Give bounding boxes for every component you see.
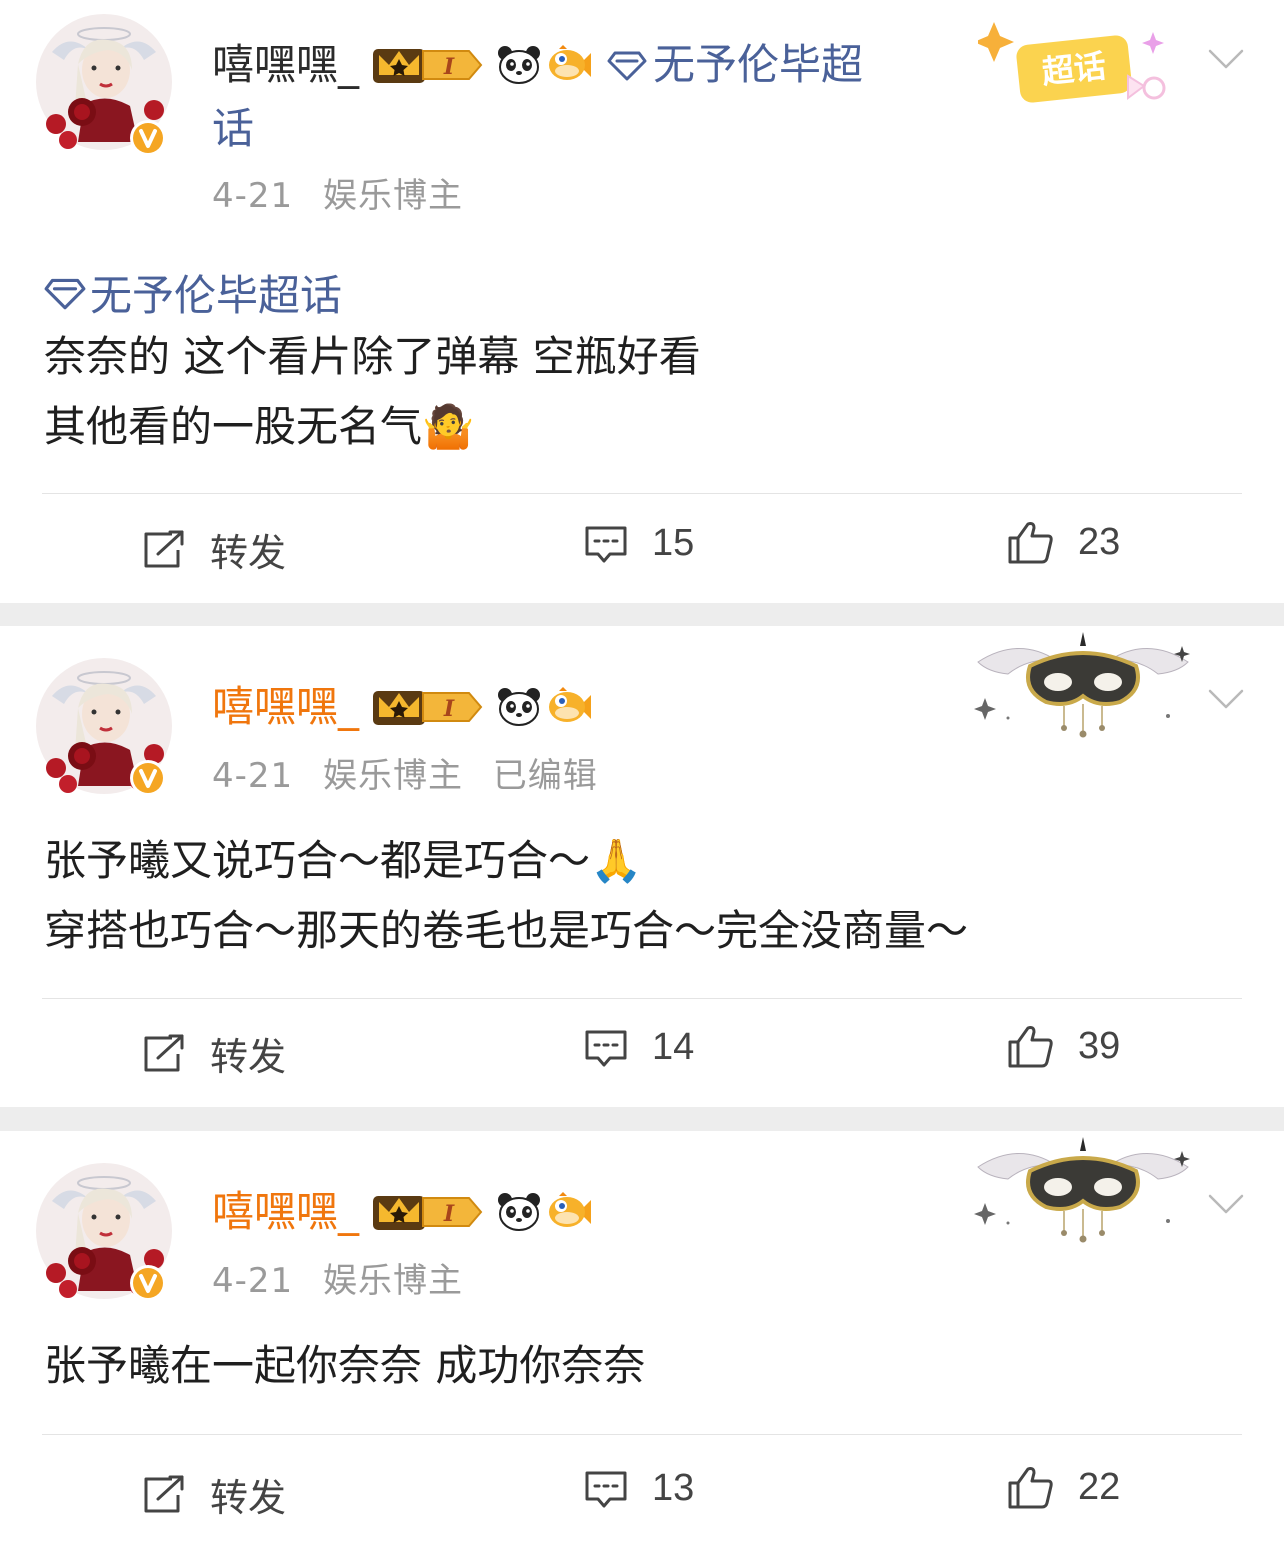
like-icon (1006, 1465, 1054, 1509)
vip-crown-level-badge-icon[interactable] (371, 45, 485, 85)
user-role: 娱乐博主 (322, 1261, 463, 1301)
username[interactable]: 嘻嘿嘿_ (212, 38, 359, 92)
post-meta: 4-21 娱乐博主 (212, 168, 481, 217)
content-line: 张予曦又说巧合～都是巧合～🙏 (44, 836, 643, 885)
diamond-icon (44, 276, 86, 310)
comment-button[interactable]: 14 (584, 1026, 694, 1069)
diamond-icon (607, 49, 647, 81)
post-header: 嘻嘿嘿_ (212, 680, 593, 734)
masquerade-mask-decoration (968, 1131, 1198, 1249)
comment-button[interactable]: 15 (584, 522, 694, 565)
user-role: 娱乐博主 (322, 756, 463, 796)
post-meta: 4-21 娱乐博主 已编辑 (212, 748, 616, 797)
weibo-post[interactable]: 嘻嘿嘿_ 4-21 娱乐博主 张予曦在一起你奈奈 成功你奈奈 转发 13 22 (0, 1131, 1284, 1545)
masquerade-mask-decoration (968, 626, 1198, 744)
like-icon (1006, 520, 1054, 564)
verified-badge-icon (128, 1263, 168, 1303)
comment-icon (584, 1469, 628, 1509)
like-icon (1006, 1024, 1054, 1068)
like-button[interactable]: 23 (1006, 520, 1120, 564)
weibo-post[interactable]: 嘻嘿嘿_ 4-21 娱乐博主 已编辑 张予曦又说巧合～都是巧合～🙏 穿搭也巧合～… (0, 626, 1284, 1107)
post-date: 4-21 (212, 176, 294, 216)
chaohua-decoration: 超话 (974, 16, 1178, 116)
comment-icon (584, 524, 628, 564)
header-topic-link[interactable]: 无予伦毕超 (607, 38, 863, 92)
svg-text:超话: 超话 (1040, 47, 1108, 91)
like-button[interactable]: 22 (1006, 1465, 1120, 1509)
chevron-down-icon[interactable] (1208, 688, 1244, 710)
post-content: 张予曦又说巧合～都是巧合～🙏 穿搭也巧合～那天的卷毛也是巧合～完全没商量～ (44, 826, 968, 966)
divider (42, 493, 1242, 494)
vip-crown-level-badge-icon[interactable] (371, 687, 485, 727)
repost-icon (142, 1034, 186, 1074)
panda-badge-icon[interactable] (497, 1192, 541, 1232)
divider (42, 1434, 1242, 1435)
content-line: 张予曦在一起你奈奈 成功你奈奈 (44, 1341, 646, 1390)
edited-label: 已编辑 (492, 756, 598, 796)
vip-crown-level-badge-icon[interactable] (371, 1192, 485, 1232)
post-header: 嘻嘿嘿_ 无予伦毕超 (212, 38, 863, 92)
content-line: 穿搭也巧合～那天的卷毛也是巧合～完全没商量～ (44, 906, 969, 955)
post-date: 4-21 (212, 756, 294, 796)
pufferfish-badge-icon[interactable] (547, 45, 593, 85)
divider (42, 998, 1242, 999)
like-button[interactable]: 39 (1006, 1024, 1120, 1068)
content-line: 奈奈的 这个看片除了弹幕 空瓶好看 (44, 332, 701, 381)
user-role: 娱乐博主 (322, 176, 463, 216)
repost-button[interactable]: 转发 (142, 1026, 286, 1081)
panda-badge-icon[interactable] (497, 687, 541, 727)
comment-icon (584, 1028, 628, 1068)
verified-badge-icon (128, 118, 168, 158)
chevron-down-icon[interactable] (1208, 48, 1244, 70)
header-topic-link-wrap[interactable]: 话 (212, 102, 254, 156)
repost-icon (142, 530, 186, 570)
verified-badge-icon (128, 758, 168, 798)
content-line: 其他看的一股无名气🤷 (44, 402, 475, 451)
pufferfish-badge-icon[interactable] (547, 1192, 593, 1232)
comment-button[interactable]: 13 (584, 1467, 694, 1510)
repost-icon (142, 1475, 186, 1515)
weibo-post[interactable]: 嘻嘿嘿_ 无予伦毕超 话 4-21 娱乐博主 超话 无予伦毕超话 奈奈的 这个看… (0, 0, 1284, 603)
pufferfish-badge-icon[interactable] (547, 687, 593, 727)
repost-button[interactable]: 转发 (142, 522, 286, 577)
username[interactable]: 嘻嘿嘿_ (212, 680, 359, 734)
post-meta: 4-21 娱乐博主 (212, 1253, 481, 1302)
post-content: 奈奈的 这个看片除了弹幕 空瓶好看 其他看的一股无名气🤷 (44, 322, 701, 462)
post-date: 4-21 (212, 1261, 294, 1301)
chevron-down-icon[interactable] (1208, 1193, 1244, 1215)
username[interactable]: 嘻嘿嘿_ (212, 1185, 359, 1239)
post-content: 张予曦在一起你奈奈 成功你奈奈 (44, 1331, 645, 1401)
repost-button[interactable]: 转发 (142, 1467, 286, 1522)
post-header: 嘻嘿嘿_ (212, 1185, 593, 1239)
topic-tag-link[interactable]: 无予伦毕超话 (44, 262, 342, 323)
panda-badge-icon[interactable] (497, 45, 541, 85)
